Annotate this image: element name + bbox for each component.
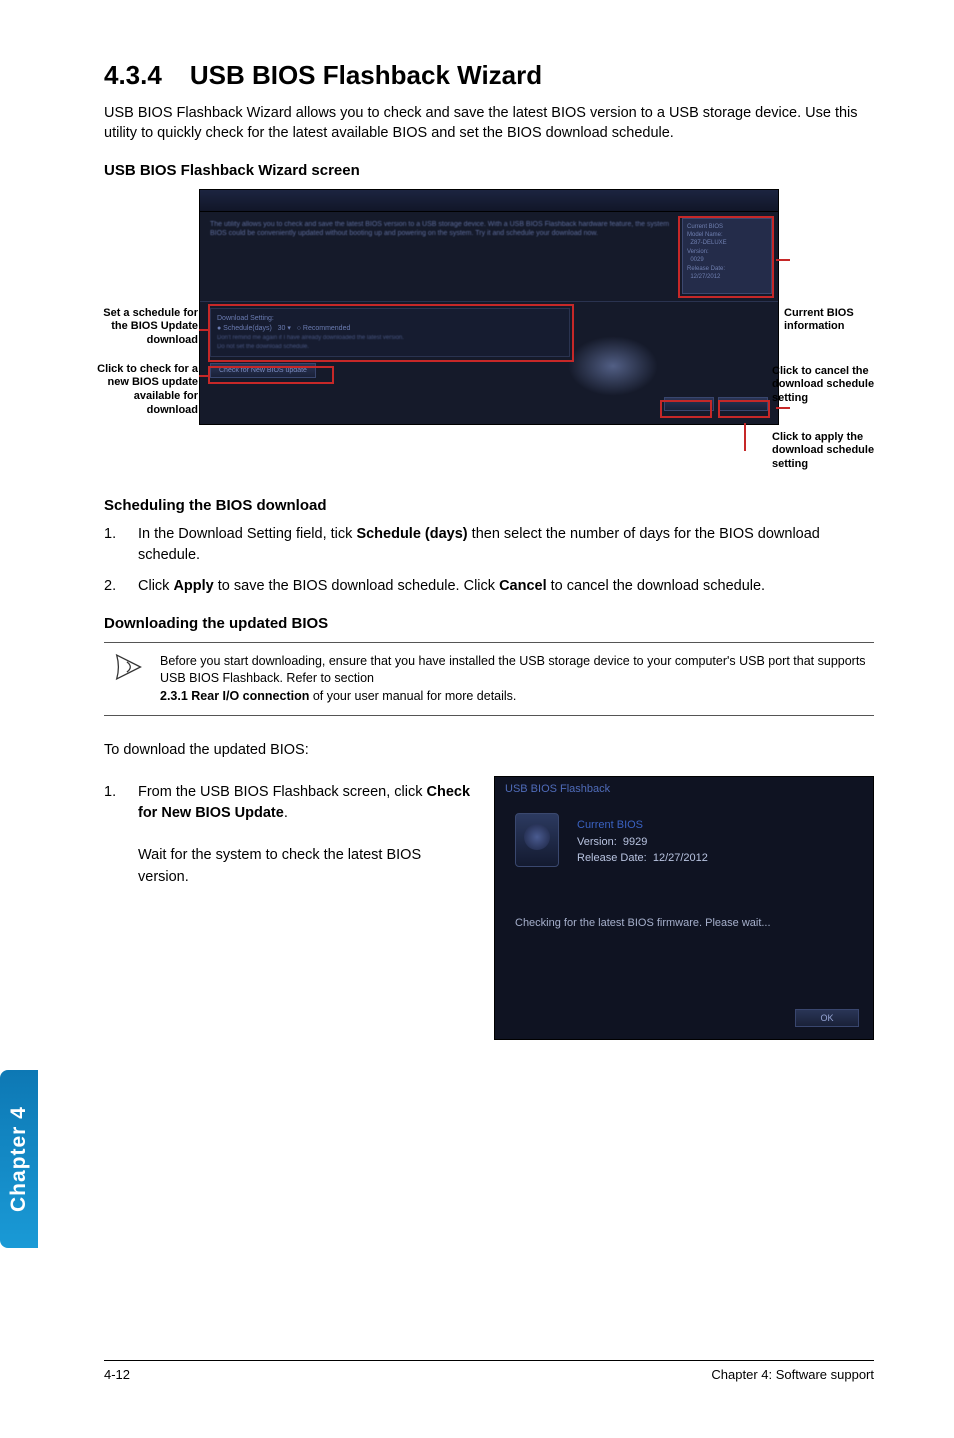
- downloading-heading: Downloading the updated BIOS: [104, 615, 874, 632]
- intro-paragraph: USB BIOS Flashback Wizard allows you to …: [104, 103, 874, 144]
- list-item: 1. From the USB BIOS Flashback screen, c…: [104, 782, 474, 887]
- page-footer: 4-12 Chapter 4: Software support: [104, 1360, 874, 1382]
- checking-bios-popup: USB BIOS Flashback Current BIOS Version:…: [494, 776, 874, 1040]
- callout-label-apply: Click to apply the download schedule set…: [772, 431, 878, 472]
- list-item: 1. In the Download Setting field, tick S…: [104, 524, 874, 566]
- scheduling-heading: Scheduling the BIOS download: [104, 497, 874, 514]
- callout-label-check: Click to check for a new BIOS update ava…: [90, 363, 198, 418]
- page-number: 4-12: [104, 1367, 130, 1382]
- bios-icon: [515, 813, 559, 867]
- note-block: Before you start downloading, ensure tha…: [104, 642, 874, 717]
- section-title: USB BIOS Flashback Wizard: [190, 60, 542, 90]
- screenshot1-heading: USB BIOS Flashback Wizard screen: [104, 162, 874, 179]
- popup-status: Checking for the latest BIOS firmware. P…: [515, 917, 771, 929]
- note-icon: [104, 653, 160, 681]
- section-heading: 4.3.4 USB BIOS Flashback Wizard: [104, 60, 874, 91]
- chapter-side-tab: Chapter 4: [0, 1070, 38, 1248]
- ok-button[interactable]: OK: [795, 1009, 859, 1027]
- section-number: 4.3.4: [104, 60, 162, 91]
- popup-title: USB BIOS Flashback: [495, 777, 873, 801]
- footer-chapter: Chapter 4: Software support: [711, 1367, 874, 1382]
- popup-current-bios: Current BIOS: [577, 819, 643, 831]
- download-lead: To download the updated BIOS:: [104, 740, 874, 760]
- list-item: 2. Click Apply to save the BIOS download…: [104, 576, 874, 597]
- callout-label-current-bios: Current BIOS information: [784, 307, 878, 335]
- callout-label-cancel: Click to cancel the download schedule se…: [772, 365, 878, 406]
- flashback-wizard-screenshot: The utility allows you to check and save…: [199, 189, 779, 425]
- callout-label-schedule: Set a schedule for the BIOS Update downl…: [90, 307, 198, 348]
